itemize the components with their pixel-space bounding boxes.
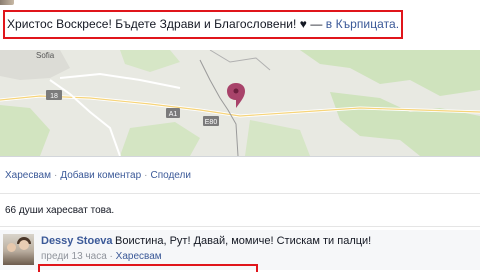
avatar-face <box>7 243 16 252</box>
separator-dot: · <box>54 170 58 181</box>
location-map[interactable]: 18 A1 E80 Sofia <box>0 50 480 157</box>
separator-dot: · <box>109 251 113 262</box>
city-label: Sofia <box>36 51 55 60</box>
map-pin-dot <box>233 88 239 94</box>
post-author-avatar[interactable] <box>0 0 14 5</box>
divider <box>0 193 480 194</box>
commenter-name[interactable]: Dessy Stoeva <box>41 235 113 247</box>
commenter-avatar[interactable] <box>3 234 34 265</box>
comment-highlight-box <box>38 264 258 272</box>
comment-text: Воистина, Рут! Давай, момиче! Стискам ти… <box>115 235 372 247</box>
comment-like-link[interactable]: Харесвам <box>116 251 162 262</box>
avatar-face <box>19 240 29 250</box>
road-label: A1 <box>169 111 178 118</box>
comment-timestamp[interactable]: преди 13 часа <box>41 251 107 262</box>
map-canvas: 18 A1 E80 Sofia <box>0 50 480 156</box>
road-label: E80 <box>205 119 218 126</box>
comment-meta: преди 13 часа · Харесвам <box>41 251 162 262</box>
divider <box>0 226 480 227</box>
likes-summary[interactable]: 66 души харесват това. <box>5 205 114 216</box>
add-comment-link[interactable]: Добави коментар <box>60 170 141 181</box>
status-highlight-box <box>3 10 403 39</box>
share-link[interactable]: Сподели <box>150 170 190 181</box>
like-link[interactable]: Харесвам <box>5 170 51 181</box>
road-label: 18 <box>50 93 58 100</box>
post-action-bar: Харесвам · Добави коментар · Сподели <box>5 170 191 181</box>
